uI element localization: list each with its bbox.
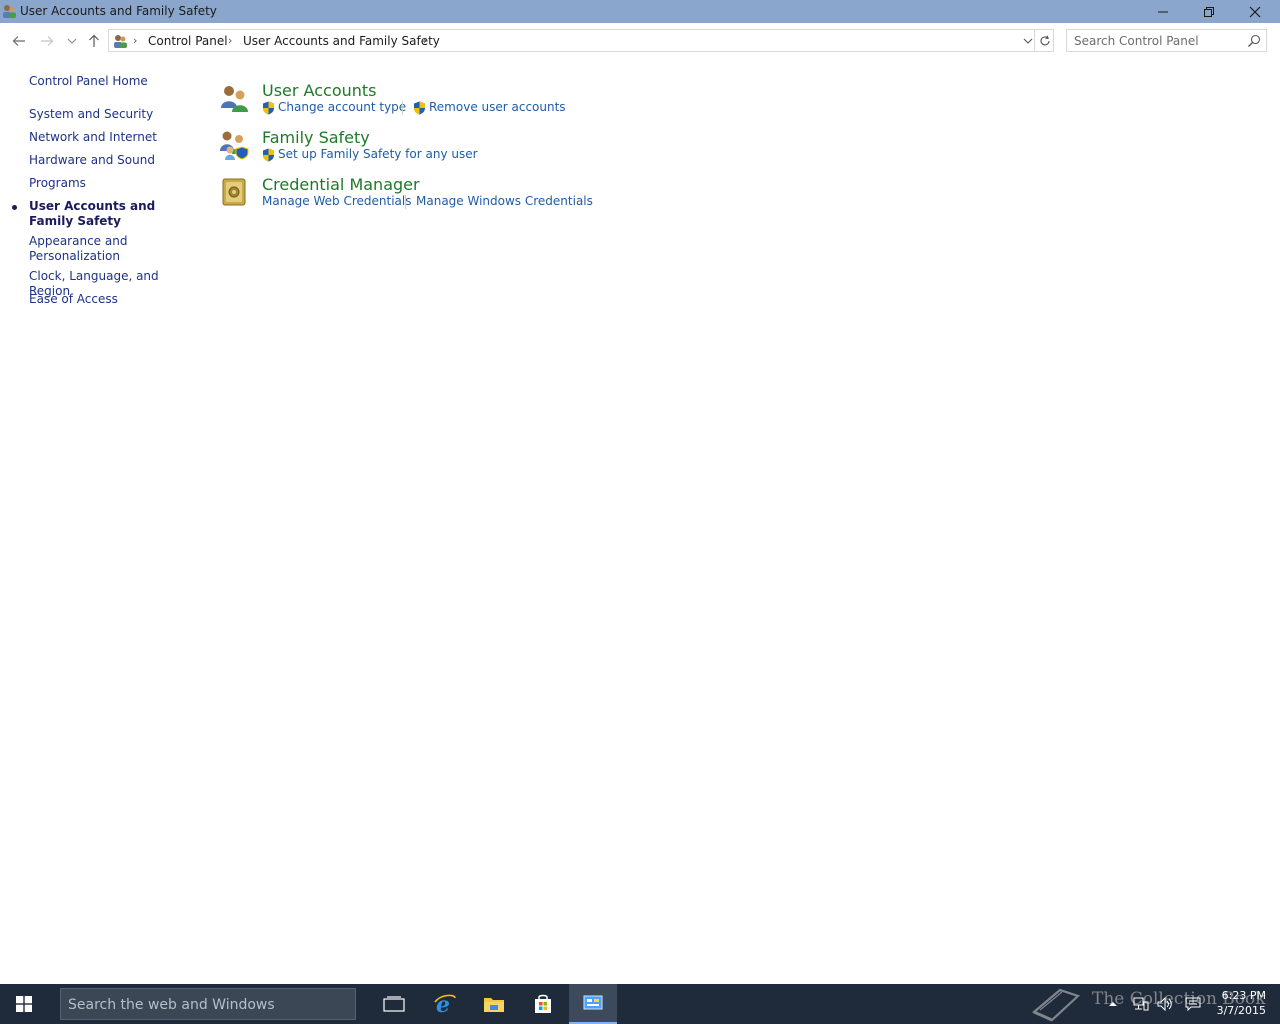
task-view-icon xyxy=(383,996,405,1012)
start-button[interactable] xyxy=(0,984,48,1024)
uac-shield-icon xyxy=(263,101,274,115)
store-button[interactable] xyxy=(519,984,567,1024)
breadcrumb-separator-icon[interactable]: › xyxy=(423,34,427,47)
back-button[interactable] xyxy=(10,32,28,50)
chevron-down-icon xyxy=(1023,38,1033,44)
store-icon xyxy=(535,994,551,1013)
sidebar-item-user-accounts-current: User Accounts and Family Safety xyxy=(29,199,156,228)
minimize-button[interactable] xyxy=(1140,0,1186,23)
internet-explorer-icon: e xyxy=(434,992,456,1016)
user-accounts-icon xyxy=(3,5,16,18)
search-input[interactable] xyxy=(1074,33,1242,49)
title-bar[interactable]: User Accounts and Family Safety xyxy=(0,0,1280,23)
search-box[interactable] xyxy=(1066,29,1267,52)
notification-icon xyxy=(1185,997,1201,1011)
remove-user-accounts-link[interactable]: Remove user accounts xyxy=(429,100,566,114)
network-icon xyxy=(1133,997,1149,1011)
book-icon xyxy=(1031,988,1081,1022)
user-accounts-title[interactable]: User Accounts xyxy=(262,81,377,100)
action-center-button[interactable] xyxy=(1182,984,1204,1024)
network-tray-button[interactable] xyxy=(1130,984,1152,1024)
current-item-bullet xyxy=(12,205,17,210)
minimize-icon xyxy=(1158,11,1168,12)
sidebar-item-control-panel-home[interactable]: Control Panel Home xyxy=(29,74,194,89)
breadcrumb-separator-icon[interactable]: › xyxy=(133,34,137,47)
refresh-button[interactable] xyxy=(1034,30,1054,51)
change-account-type-link[interactable]: Change account type xyxy=(278,100,406,114)
taskbar-search-box[interactable] xyxy=(60,988,356,1020)
family-safety-title[interactable]: Family Safety xyxy=(262,128,370,147)
task-separator xyxy=(402,101,403,115)
forward-arrow-icon xyxy=(41,36,54,46)
internet-explorer-button[interactable]: e xyxy=(421,984,469,1024)
file-explorer-button[interactable] xyxy=(470,984,518,1024)
uac-shield-icon xyxy=(414,101,425,115)
manage-windows-credentials-link[interactable]: Manage Windows Credentials xyxy=(416,194,593,208)
refresh-icon xyxy=(1040,35,1050,45)
uac-shield-icon xyxy=(263,148,274,162)
window-title: User Accounts and Family Safety xyxy=(20,4,217,18)
credential-manager-title[interactable]: Credential Manager xyxy=(262,175,420,194)
chevron-up-icon xyxy=(1109,1002,1117,1006)
show-hidden-icons-button[interactable] xyxy=(1104,984,1122,1024)
credential-manager-icon[interactable] xyxy=(218,176,250,208)
clock-time: 6:23 PM xyxy=(1221,989,1266,1002)
close-icon xyxy=(1249,6,1261,17)
recent-locations-button[interactable] xyxy=(63,32,81,50)
taskbar-search-input[interactable] xyxy=(68,996,348,1014)
breadcrumb-user-accounts[interactable]: User Accounts and Family Safety xyxy=(243,34,440,48)
control-panel-button[interactable] xyxy=(569,984,617,1024)
up-button[interactable] xyxy=(85,32,103,50)
task-separator xyxy=(405,195,406,209)
breadcrumb-separator-icon[interactable]: › xyxy=(228,34,232,47)
user-accounts-icon xyxy=(114,35,127,48)
restore-button[interactable] xyxy=(1186,0,1232,23)
file-explorer-icon xyxy=(484,998,504,1012)
clock-date: 3/7/2015 xyxy=(1216,1004,1266,1017)
sidebar-item-programs[interactable]: Programs xyxy=(29,176,194,191)
restore-icon xyxy=(1204,6,1214,17)
taskbar: e The Collection Book xyxy=(0,984,1280,1024)
control-panel-icon xyxy=(583,995,603,1010)
sidebar-item-hardware-and-sound[interactable]: Hardware and Sound xyxy=(29,153,194,168)
sidebar-item-network-and-internet[interactable]: Network and Internet xyxy=(29,130,194,145)
family-safety-icon[interactable] xyxy=(218,129,250,161)
windows-logo-icon xyxy=(16,996,32,1012)
sidebar-item-system-and-security[interactable]: System and Security xyxy=(29,107,194,122)
user-accounts-icon[interactable] xyxy=(218,82,250,114)
chevron-down-icon xyxy=(67,38,77,44)
clock[interactable]: 6:23 PM 3/7/2015 xyxy=(1208,988,1266,1018)
up-arrow-icon xyxy=(89,34,99,47)
task-view-button[interactable] xyxy=(370,984,418,1024)
sidebar-item-appearance[interactable]: Appearance and Personalization xyxy=(29,234,139,264)
breadcrumb-control-panel[interactable]: Control Panel xyxy=(148,34,228,48)
close-button[interactable] xyxy=(1232,0,1278,23)
set-up-family-safety-link[interactable]: Set up Family Safety for any user xyxy=(278,147,478,161)
search-icon[interactable] xyxy=(1247,34,1261,48)
volume-tray-button[interactable] xyxy=(1154,984,1176,1024)
forward-button[interactable] xyxy=(38,32,56,50)
manage-web-credentials-link[interactable]: Manage Web Credentials xyxy=(262,194,411,208)
sidebar-item-ease-of-access[interactable]: Ease of Access xyxy=(29,292,194,307)
speaker-icon xyxy=(1157,997,1172,1011)
back-arrow-icon xyxy=(12,36,25,46)
address-bar[interactable]: › Control Panel › User Accounts and Fami… xyxy=(108,29,1054,52)
